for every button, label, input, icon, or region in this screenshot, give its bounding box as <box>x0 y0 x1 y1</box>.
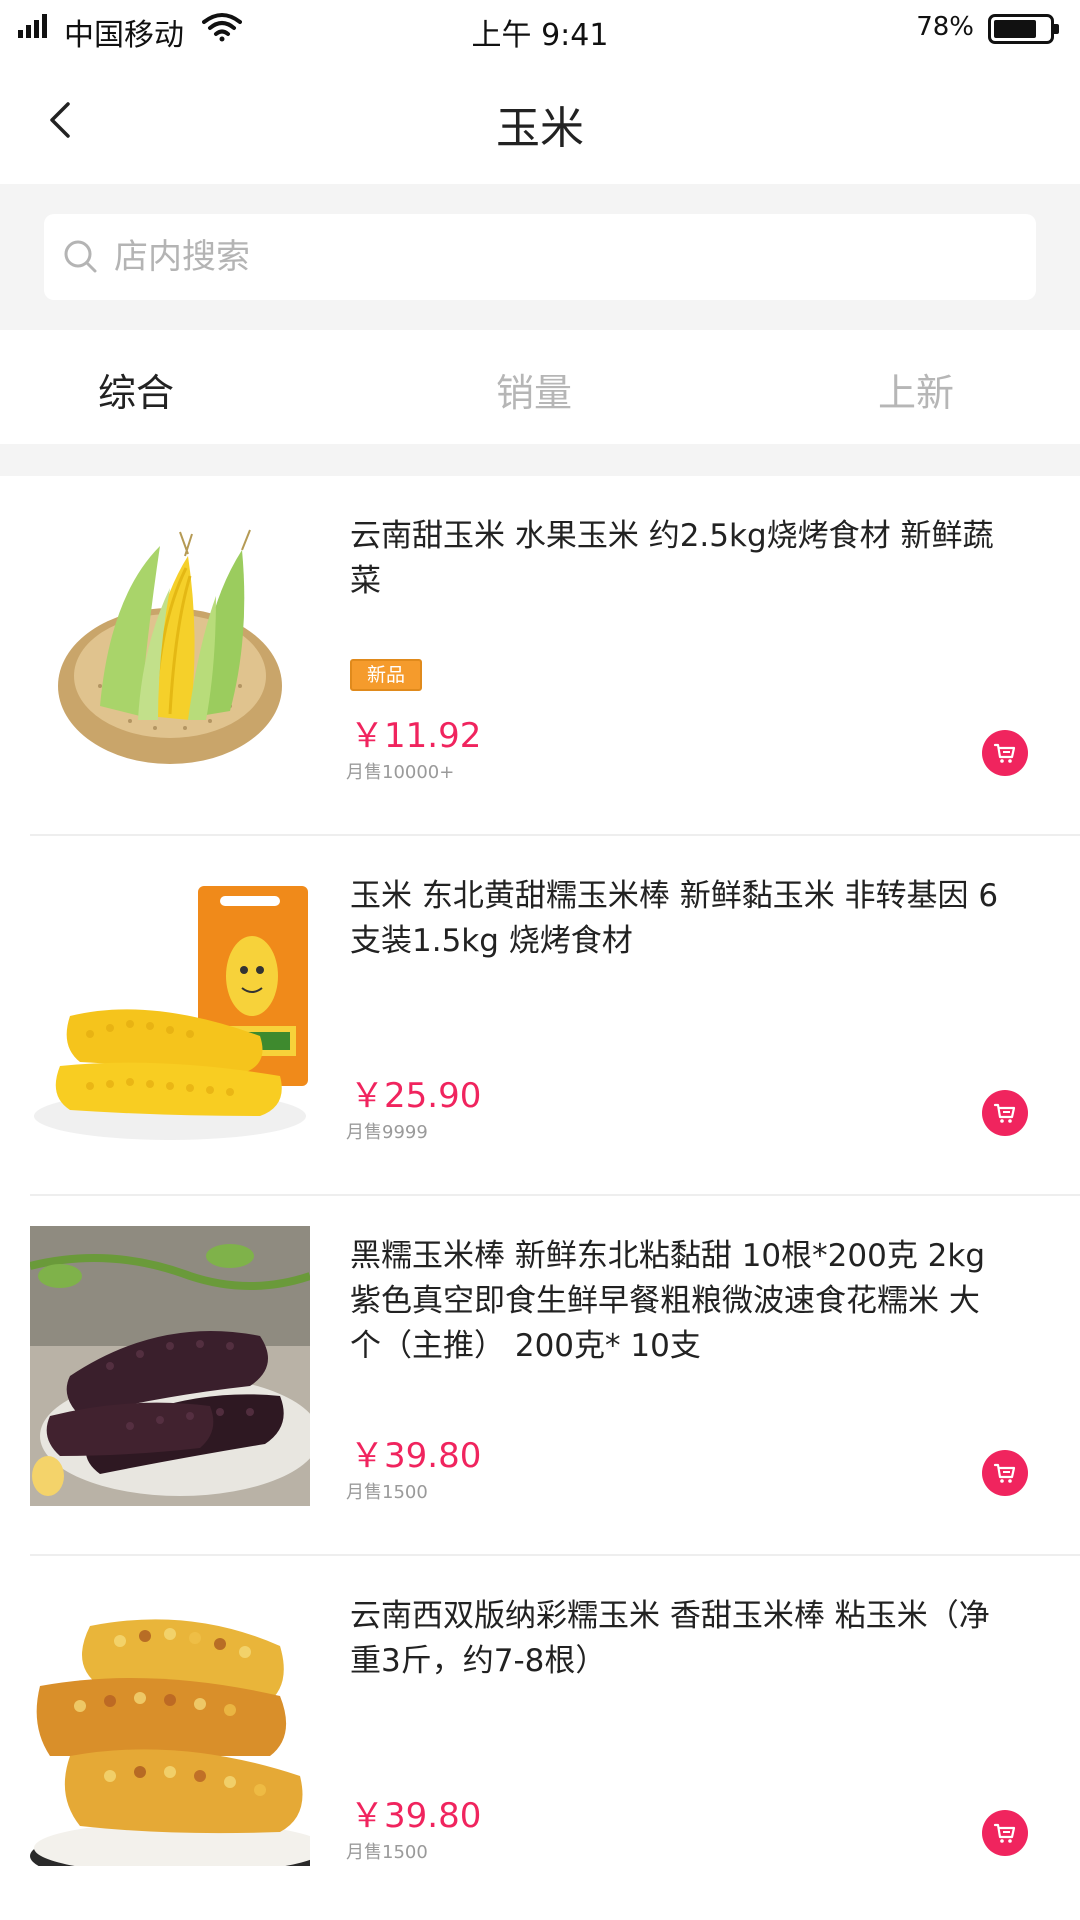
battery-level-fill <box>994 20 1037 38</box>
search-box[interactable] <box>44 214 1036 300</box>
search-area <box>0 184 1080 330</box>
monthly-sales: 月售1500 <box>346 1842 428 1863</box>
product-price: ￥39.80 <box>350 1796 482 1836</box>
monthly-sales: 月售9999 <box>346 1122 428 1143</box>
add-to-cart-button[interactable] <box>982 1090 1028 1136</box>
search-input[interactable] <box>114 228 994 286</box>
product-image-yellow-corn-package <box>30 866 310 1146</box>
tab-comprehensive[interactable]: 综合 <box>98 362 174 417</box>
monthly-sales: 月售10000+ <box>346 762 455 783</box>
page-title: 玉米 <box>496 103 584 154</box>
product-price: ￥25.90 <box>350 1076 482 1116</box>
product-image[interactable] <box>30 1586 310 1866</box>
nav-bar: 玉米 <box>0 60 1080 184</box>
tab-new[interactable]: 上新 <box>878 362 954 417</box>
product-image[interactable] <box>30 1226 310 1506</box>
product-item[interactable]: 黑糯玉米棒 新鲜东北粘黏甜 10根*200克 2kg紫色真空即食生鲜早餐粗粮微波… <box>0 1196 1080 1556</box>
status-bar: 中国移动 上午 9:41 78% <box>0 0 1080 60</box>
add-to-cart-button[interactable] <box>982 1450 1028 1496</box>
product-price: ￥11.92 <box>350 716 482 756</box>
product-title[interactable]: 云南西双版纳彩糯玉米 香甜玉米棒 粘玉米（净重3斤，约7-8根） <box>350 1594 1010 1684</box>
cart-icon <box>993 1463 1016 1483</box>
cart-icon <box>993 1823 1016 1843</box>
add-to-cart-button[interactable] <box>982 1810 1028 1856</box>
section-divider <box>0 444 1080 476</box>
product-image-colorful-corn <box>30 1586 310 1866</box>
monthly-sales: 月售1500 <box>346 1482 428 1503</box>
battery-icon <box>988 14 1059 44</box>
battery-percent: 78% <box>916 12 974 42</box>
product-title[interactable]: 云南甜玉米 水果玉米 约2.5kg烧烤食材 新鲜蔬菜 <box>350 514 1010 604</box>
product-price: ￥39.80 <box>350 1436 482 1476</box>
tab-sales[interactable]: 销量 <box>496 362 572 417</box>
cart-icon <box>993 1103 1016 1123</box>
product-image-corn-basket <box>30 506 310 786</box>
product-item[interactable]: 云南甜玉米 水果玉米 约2.5kg烧烤食材 新鲜蔬菜 新品 ￥11.92 月售1… <box>0 476 1080 836</box>
product-item[interactable]: 玉米 东北黄甜糯玉米棒 新鲜黏玉米 非转基因 6支装1.5kg 烧烤食材 ￥25… <box>0 836 1080 1196</box>
product-image-black-corn <box>30 1226 310 1506</box>
product-title[interactable]: 黑糯玉米棒 新鲜东北粘黏甜 10根*200克 2kg紫色真空即食生鲜早餐粗粮微波… <box>350 1234 1010 1369</box>
product-image[interactable] <box>30 866 310 1146</box>
sort-tabs: 综合 销量 上新 <box>0 330 1080 444</box>
add-to-cart-button[interactable] <box>982 730 1028 776</box>
product-item[interactable]: 云南西双版纳彩糯玉米 香甜玉米棒 粘玉米（净重3斤，约7-8根） ￥39.80 … <box>0 1556 1080 1916</box>
search-icon <box>64 240 97 273</box>
product-title[interactable]: 玉米 东北黄甜糯玉米棒 新鲜黏玉米 非转基因 6支装1.5kg 烧烤食材 <box>350 874 1010 964</box>
cart-icon <box>993 743 1016 763</box>
new-badge: 新品 <box>350 659 422 691</box>
product-image[interactable] <box>30 506 310 786</box>
